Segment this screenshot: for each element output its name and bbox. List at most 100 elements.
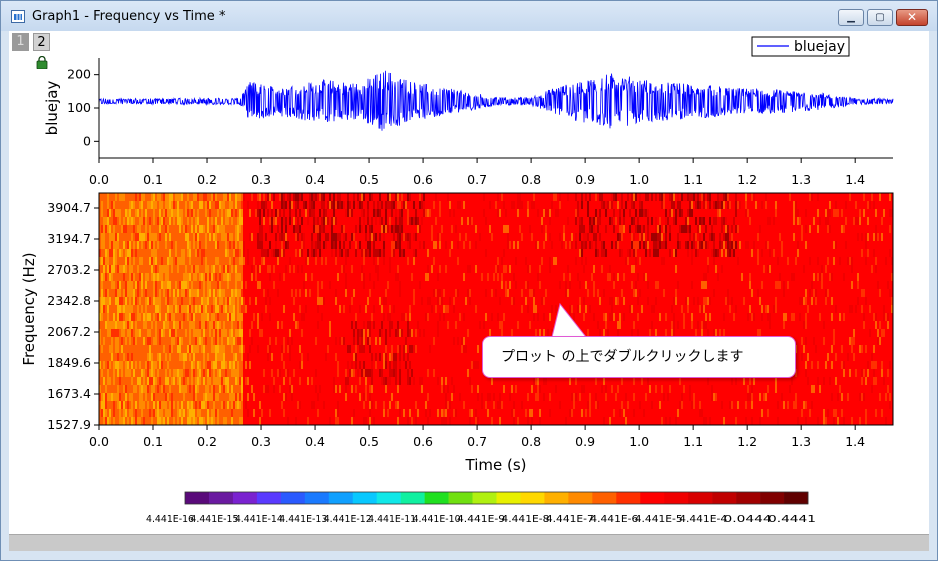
heatmap-cell	[293, 201, 295, 209]
heatmap-cell	[257, 225, 259, 233]
heatmap-cell	[251, 417, 253, 425]
heatmap-cell	[209, 409, 211, 417]
heatmap-cell	[323, 361, 325, 369]
heatmap-cell	[385, 209, 387, 217]
heatmap-cell	[273, 297, 275, 305]
heatmap-cell	[233, 377, 235, 385]
heatmap-cell	[293, 281, 295, 289]
heatmap-cell	[119, 217, 121, 225]
heatmap-cell	[231, 265, 233, 273]
waveform-y-axis-label[interactable]: bluejay	[43, 81, 61, 136]
heatmap-cell	[185, 385, 187, 393]
heatmap-cell	[345, 345, 347, 353]
heatmap-cell	[203, 377, 205, 385]
heatmap-cell	[371, 265, 373, 273]
heatmap-cell	[277, 353, 279, 361]
heatmap-cell	[143, 345, 145, 353]
heatmap-cell	[165, 361, 167, 369]
heatmap-cell	[385, 281, 387, 289]
heatmap-cell	[169, 249, 171, 257]
heatmap-cell	[285, 249, 287, 257]
heatmap-cell	[245, 313, 247, 321]
heatmap-cell	[189, 345, 191, 353]
heatmap-cell	[135, 233, 137, 241]
waveform-plot[interactable]: 0100200 0.0 0.1 0.2 0.3 0.4 0.5 0.6 0.7 0.8 0.9 1.…	[43, 36, 894, 187]
heatmap-cell	[275, 217, 277, 225]
heatmap-cell	[313, 257, 315, 265]
heatmap-cell	[323, 209, 325, 217]
legend[interactable]: bluejay	[751, 36, 850, 57]
heatmap-cell	[101, 209, 103, 217]
heatmap-cell	[135, 369, 137, 377]
heatmap-cell	[149, 289, 151, 297]
heatmap-cell	[149, 257, 151, 265]
heatmap-cell	[119, 249, 121, 257]
heatmap-cell	[343, 329, 345, 337]
heatmap-cell	[205, 297, 207, 305]
heatmap-cell	[347, 217, 349, 225]
heatmap-cell	[253, 353, 255, 361]
heatmap-cell	[269, 249, 271, 257]
heatmap-cell	[383, 329, 385, 337]
heatmap-cell	[173, 369, 175, 377]
heatmap-cell	[165, 393, 167, 401]
heatmap-cell	[359, 225, 361, 233]
heatmap-cell	[311, 225, 313, 233]
heatmap-cell	[227, 257, 229, 265]
heatmap-cell	[417, 377, 419, 385]
heatmap-cell	[277, 313, 279, 321]
heatmap-cell	[409, 393, 411, 401]
heatmap-cell	[289, 241, 291, 249]
heatmap-cell	[291, 361, 293, 369]
heatmap-cell	[125, 265, 127, 273]
heatmap-cell	[123, 241, 125, 249]
spectrogram-heatmap[interactable]	[99, 193, 893, 425]
heatmap-cell	[399, 409, 401, 417]
heatmap-cell	[329, 313, 331, 321]
heatmap-cell	[323, 305, 325, 313]
spectrogram-plot[interactable]: 3904.73194.72703.22342.82067.21849.61673…	[20, 192, 894, 474]
heatmap-cell	[407, 377, 409, 385]
heatmap-cell	[333, 337, 335, 345]
heatmap-cell	[311, 201, 313, 209]
heatmap-cell	[263, 337, 265, 345]
heatmap-cell	[299, 241, 301, 249]
heatmap-cell	[203, 345, 205, 353]
heatmap-cell	[333, 369, 335, 377]
heatmap-cell	[189, 193, 191, 201]
heatmap-cell	[251, 289, 253, 297]
heatmap-cell	[149, 353, 151, 361]
heatmap-cell	[137, 209, 139, 217]
heatmap-cell	[371, 249, 373, 257]
heatmap-cell	[399, 353, 401, 361]
heatmap-cell	[275, 305, 277, 313]
heatmap-cell	[101, 233, 103, 241]
heatmap-cell	[143, 289, 145, 297]
heatmap-cell	[391, 217, 393, 225]
heatmap-cell	[381, 217, 383, 225]
heatmap-cell	[265, 201, 267, 209]
heatmap-cell	[397, 361, 399, 369]
heatmap-cell	[305, 289, 307, 297]
heatmap-cell	[387, 201, 389, 209]
heatmap-cell	[187, 313, 189, 321]
heatmap-cell	[141, 377, 143, 385]
heatmap-cell	[345, 241, 347, 249]
heatmap-cell	[163, 313, 165, 321]
heatmap-cell	[223, 353, 225, 361]
heatmap-cell	[327, 209, 329, 217]
heatmap-cell	[427, 201, 429, 209]
heatmap-cell	[311, 281, 313, 289]
heatmap-cell	[291, 209, 293, 217]
heatmap-cell	[271, 321, 273, 329]
heatmap-cell	[415, 337, 417, 345]
heatmap-cell	[341, 225, 343, 233]
graph-canvas[interactable]: 0100200 0.0 0.1 0.2 0.3 0.4 0.5 0.6 0.7 0.8 0.9 1.…	[0, 0, 938, 561]
heatmap-cell	[153, 385, 155, 393]
heatmap-cell	[259, 377, 261, 385]
heatmap-cell	[103, 289, 105, 297]
heatmap-cell	[311, 233, 313, 241]
heatmap-cell	[353, 393, 355, 401]
heatmap-cell	[411, 417, 413, 425]
heatmap-cell	[409, 201, 411, 209]
